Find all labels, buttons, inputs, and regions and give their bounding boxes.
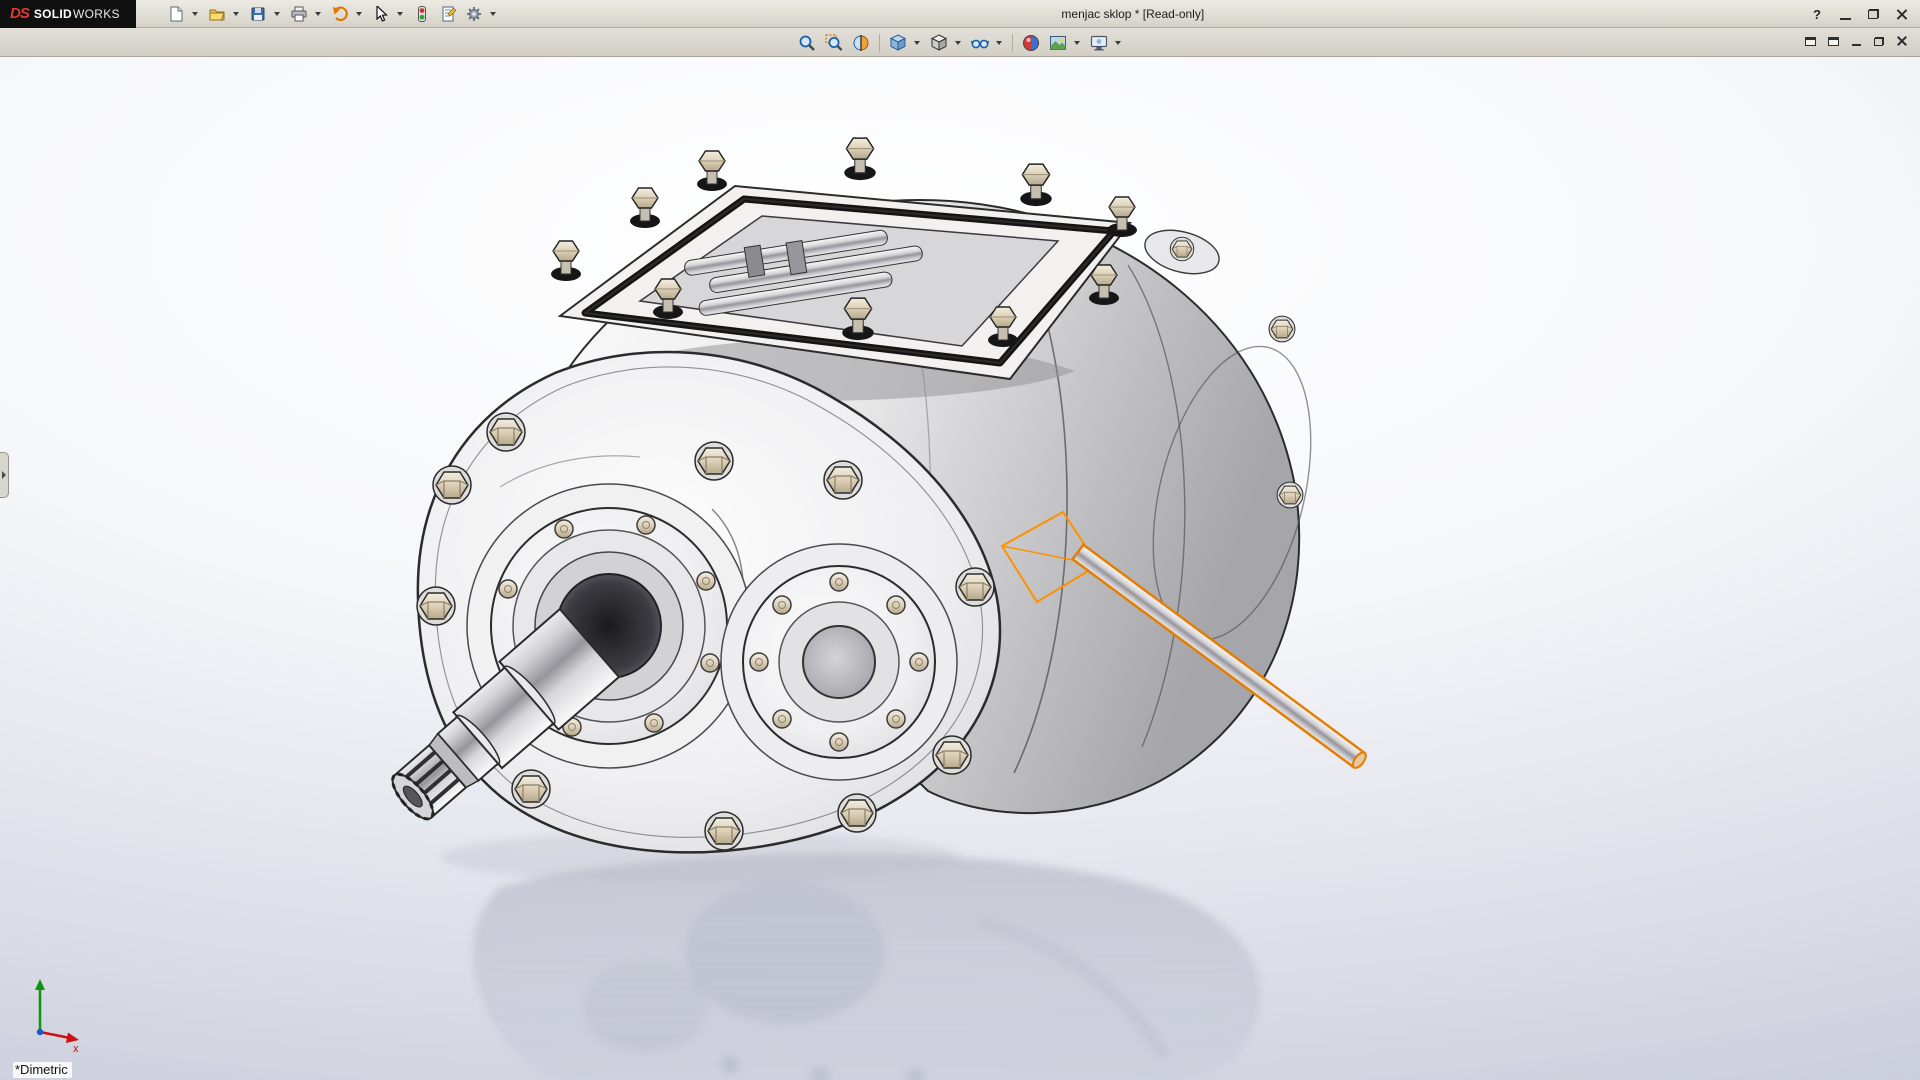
options-dropdown[interactable] [488, 2, 498, 26]
heads-up-view-toolbar [788, 30, 1132, 56]
restore-button[interactable] [1860, 3, 1886, 25]
menu-row [0, 28, 1920, 57]
save-floppy-icon [250, 6, 266, 22]
toolbar-separator [1012, 34, 1013, 52]
rebuild-traffic-light-icon [414, 6, 430, 22]
new-document-button[interactable] [164, 2, 188, 26]
view-orientation-dropdown[interactable] [912, 31, 922, 55]
undo-arrow-icon [332, 6, 348, 22]
document-minimize-button[interactable] [1846, 32, 1866, 50]
select-dropdown[interactable] [395, 2, 405, 26]
logo-text-solid: SOLID [34, 7, 72, 21]
model-scene[interactable]: x [0, 57, 1920, 1080]
close-icon [1897, 36, 1907, 46]
rebuild-button[interactable] [410, 2, 434, 26]
apply-scene-dropdown[interactable] [1072, 31, 1082, 55]
minimize-icon [1840, 18, 1851, 20]
print-dropdown[interactable] [313, 2, 323, 26]
zoom-to-fit-icon [798, 34, 816, 52]
file-properties-icon [440, 6, 456, 22]
document-window-button-2[interactable] [1823, 32, 1843, 50]
save-button[interactable] [246, 2, 270, 26]
reference-triad: x [35, 979, 79, 1055]
restore-icon [1874, 37, 1884, 46]
hide-show-items-button[interactable] [967, 31, 993, 55]
print-icon [291, 6, 307, 22]
display-style-icon [930, 34, 948, 52]
select-cursor-icon [373, 6, 389, 22]
options-gear-icon [466, 6, 482, 22]
save-dropdown[interactable] [272, 2, 282, 26]
x-axis-label: x [73, 1043, 79, 1055]
view-settings-dropdown[interactable] [1113, 31, 1123, 55]
view-settings-button[interactable] [1086, 31, 1112, 55]
output-flange[interactable] [721, 544, 957, 780]
zoom-to-area-icon [825, 34, 843, 52]
feature-panel-collapse-tab[interactable] [0, 452, 9, 498]
minimize-button[interactable] [1832, 3, 1858, 25]
options-button[interactable] [462, 2, 486, 26]
select-button[interactable] [369, 2, 393, 26]
view-orientation-button[interactable] [885, 31, 911, 55]
new-document-dropdown[interactable] [190, 2, 200, 26]
undo-dropdown[interactable] [354, 2, 364, 26]
close-icon [1896, 9, 1907, 20]
document-window-controls [1800, 32, 1912, 50]
model-reflection [440, 831, 1260, 1080]
document-window-button-1[interactable] [1800, 32, 1820, 50]
open-button[interactable] [205, 2, 229, 26]
undo-button[interactable] [328, 2, 352, 26]
window-controls: ? [1804, 0, 1914, 28]
document-close-button[interactable] [1892, 32, 1912, 50]
file-properties-button[interactable] [436, 2, 460, 26]
open-folder-icon [209, 6, 225, 22]
open-dropdown[interactable] [231, 2, 241, 26]
z-axis-dot [37, 1029, 43, 1035]
minimize-icon [1852, 44, 1861, 46]
close-button[interactable] [1888, 3, 1914, 25]
window-icon [1828, 37, 1839, 46]
view-orientation-cube-icon [889, 34, 907, 52]
help-button[interactable]: ? [1804, 3, 1830, 25]
solidworks-logo: DS SOLID WORKS [0, 0, 136, 28]
zoom-to-fit-button[interactable] [794, 31, 820, 55]
display-style-dropdown[interactable] [953, 31, 963, 55]
document-restore-button[interactable] [1869, 32, 1889, 50]
display-style-button[interactable] [926, 31, 952, 55]
view-orientation-label: *Dimetric [13, 1062, 72, 1078]
section-view-button[interactable] [848, 31, 874, 55]
x-axis-arrow [66, 1033, 79, 1044]
apply-scene-icon [1049, 34, 1067, 52]
graphics-area[interactable]: x *Dimetric [0, 57, 1920, 1080]
view-settings-icon [1090, 34, 1108, 52]
hide-show-items-dropdown[interactable] [994, 31, 1004, 55]
apply-scene-button[interactable] [1045, 31, 1071, 55]
toolbar-separator [879, 34, 880, 52]
titlebar: DS SOLID WORKS [0, 0, 1920, 28]
main-toolbar [164, 2, 501, 26]
section-view-icon [852, 34, 870, 52]
logo-text-works: WORKS [73, 7, 120, 21]
ds-logo-icon: DS [10, 5, 29, 22]
restore-icon [1868, 9, 1879, 19]
edit-appearance-ball-icon [1022, 34, 1040, 52]
edit-appearance-button[interactable] [1018, 31, 1044, 55]
new-document-icon [168, 6, 184, 22]
zoom-to-area-button[interactable] [821, 31, 847, 55]
window-title: menjac sklop * [Read-only] [1061, 0, 1204, 28]
window-icon [1805, 37, 1816, 46]
hide-show-glasses-icon [971, 34, 989, 52]
y-axis-arrow [35, 979, 45, 990]
print-button[interactable] [287, 2, 311, 26]
collapse-arrow-icon [2, 471, 6, 479]
